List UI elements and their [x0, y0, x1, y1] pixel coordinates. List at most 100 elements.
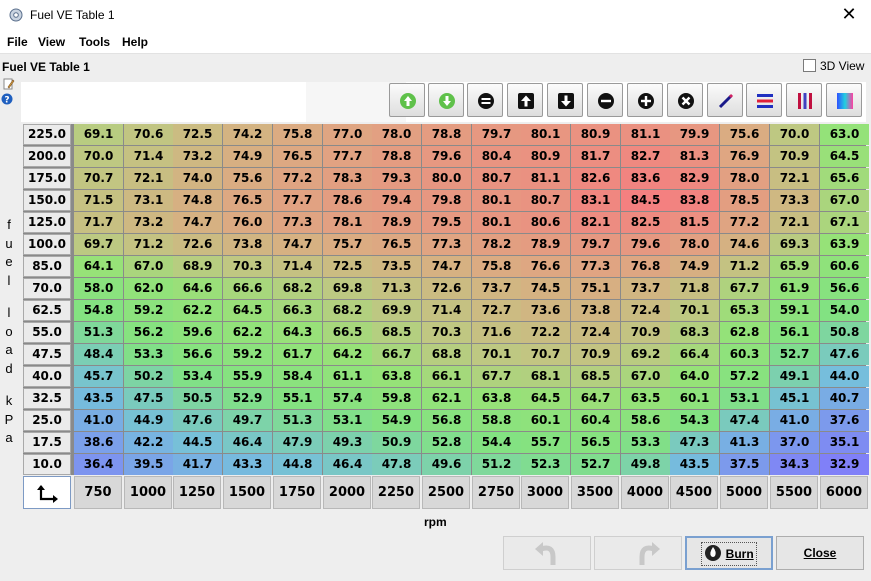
table-cell[interactable]: 49.7: [223, 410, 272, 431]
table-cell[interactable]: 68.1: [521, 366, 570, 387]
table-cell[interactable]: 74.2: [223, 124, 272, 145]
row-header[interactable]: 55.0: [23, 322, 71, 343]
table-cell[interactable]: 60.6: [820, 256, 869, 277]
checkbox-box[interactable]: [803, 59, 816, 72]
table-cell[interactable]: 64.5: [820, 146, 869, 167]
table-cell[interactable]: 76.8: [621, 256, 670, 277]
table-cell[interactable]: 66.1: [422, 366, 471, 387]
table-cell[interactable]: 37.0: [770, 432, 819, 453]
table-cell[interactable]: 72.1: [124, 168, 173, 189]
table-cell[interactable]: 32.9: [820, 454, 869, 475]
table-cell[interactable]: 78.8: [372, 146, 421, 167]
table-cell[interactable]: 51.2: [472, 454, 521, 475]
table-cell[interactable]: 54.9: [372, 410, 421, 431]
table-cell[interactable]: 47.4: [720, 410, 769, 431]
table-cell[interactable]: 47.9: [273, 432, 322, 453]
row-header[interactable]: 17.5: [23, 432, 71, 453]
table-cell[interactable]: 67.0: [621, 366, 670, 387]
table-cell[interactable]: 77.2: [273, 168, 322, 189]
table-cell[interactable]: 75.6: [223, 168, 272, 189]
table-cell[interactable]: 47.6: [820, 344, 869, 365]
row-header[interactable]: 200.0: [23, 146, 71, 167]
table-cell[interactable]: 68.2: [273, 278, 322, 299]
column-header[interactable]: 3000: [521, 476, 569, 509]
table-cell[interactable]: 83.1: [571, 190, 620, 211]
table-cell[interactable]: 69.3: [770, 234, 819, 255]
table-cell[interactable]: 70.9: [621, 322, 670, 343]
table-cell[interactable]: 63.9: [820, 234, 869, 255]
table-cell[interactable]: 69.9: [372, 300, 421, 321]
table-cell[interactable]: 56.5: [571, 432, 620, 453]
table-cell[interactable]: 68.5: [372, 322, 421, 343]
row-header[interactable]: 62.5: [23, 300, 71, 321]
table-cell[interactable]: 66.7: [372, 344, 421, 365]
table-cell[interactable]: 74.7: [173, 212, 222, 233]
table-cell[interactable]: 66.5: [323, 322, 372, 343]
table-cell[interactable]: 52.7: [571, 454, 620, 475]
table-cell[interactable]: 70.3: [422, 322, 471, 343]
table-cell[interactable]: 76.9: [720, 146, 769, 167]
table-cell[interactable]: 39.5: [124, 454, 173, 475]
table-cell[interactable]: 78.0: [372, 124, 421, 145]
row-header[interactable]: 47.5: [23, 344, 71, 365]
table-cell[interactable]: 80.1: [521, 124, 570, 145]
table-cell[interactable]: 75.7: [323, 234, 372, 255]
subtract-button[interactable]: [587, 83, 623, 117]
table-cell[interactable]: 77.3: [422, 234, 471, 255]
table-cell[interactable]: 51.3: [74, 322, 123, 343]
burn-button[interactable]: Burn: [685, 536, 773, 570]
table-cell[interactable]: 44.9: [124, 410, 173, 431]
table-cell[interactable]: 51.3: [273, 410, 322, 431]
table-cell[interactable]: 60.4: [571, 410, 620, 431]
table-cell[interactable]: 44.8: [273, 454, 322, 475]
table-cell[interactable]: 60.1: [670, 388, 719, 409]
table-cell[interactable]: 49.8: [621, 454, 670, 475]
table-cell[interactable]: 63.5: [621, 388, 670, 409]
table-cell[interactable]: 68.2: [323, 300, 372, 321]
table-cell[interactable]: 71.5: [74, 190, 123, 211]
table-cell[interactable]: 74.9: [670, 256, 719, 277]
table-cell[interactable]: 71.7: [74, 212, 123, 233]
table-cell[interactable]: 78.0: [670, 234, 719, 255]
table-cell[interactable]: 77.7: [273, 190, 322, 211]
table-cell[interactable]: 53.4: [173, 366, 222, 387]
shift-down-button[interactable]: [547, 83, 583, 117]
increase-green-button[interactable]: [389, 83, 425, 117]
table-cell[interactable]: 55.9: [223, 366, 272, 387]
table-cell[interactable]: 56.2: [124, 322, 173, 343]
table-cell[interactable]: 75.1: [571, 278, 620, 299]
row-header[interactable]: 100.0: [23, 234, 71, 255]
table-cell[interactable]: 47.8: [372, 454, 421, 475]
table-cell[interactable]: 81.5: [670, 212, 719, 233]
table-cell[interactable]: 63.8: [372, 366, 421, 387]
table-cell[interactable]: 44.5: [173, 432, 222, 453]
table-cell[interactable]: 81.3: [670, 146, 719, 167]
table-cell[interactable]: 40.7: [820, 388, 869, 409]
table-cell[interactable]: 58.8: [472, 410, 521, 431]
smooth-rows-button[interactable]: [746, 83, 782, 117]
table-cell[interactable]: 77.2: [720, 212, 769, 233]
table-cell[interactable]: 78.1: [323, 212, 372, 233]
table-cell[interactable]: 70.0: [74, 146, 123, 167]
table-cell[interactable]: 84.5: [621, 190, 670, 211]
smooth-columns-button[interactable]: [786, 83, 822, 117]
table-cell[interactable]: 73.5: [372, 256, 421, 277]
table-cell[interactable]: 80.9: [571, 124, 620, 145]
table-cell[interactable]: 76.0: [223, 212, 272, 233]
table-cell[interactable]: 80.7: [472, 168, 521, 189]
table-cell[interactable]: 66.6: [223, 278, 272, 299]
table-cell[interactable]: 64.3: [273, 322, 322, 343]
table-cell[interactable]: 73.8: [571, 300, 620, 321]
table-cell[interactable]: 58.4: [273, 366, 322, 387]
table-cell[interactable]: 80.6: [521, 212, 570, 233]
table-cell[interactable]: 73.2: [173, 146, 222, 167]
column-header[interactable]: 2000: [323, 476, 371, 509]
table-cell[interactable]: 43.5: [670, 454, 719, 475]
table-cell[interactable]: 71.4: [273, 256, 322, 277]
table-cell[interactable]: 58.6: [621, 410, 670, 431]
table-cell[interactable]: 47.3: [670, 432, 719, 453]
table-cell[interactable]: 52.8: [422, 432, 471, 453]
table-cell[interactable]: 62.0: [124, 278, 173, 299]
table-cell[interactable]: 53.3: [124, 344, 173, 365]
table-cell[interactable]: 78.3: [323, 168, 372, 189]
